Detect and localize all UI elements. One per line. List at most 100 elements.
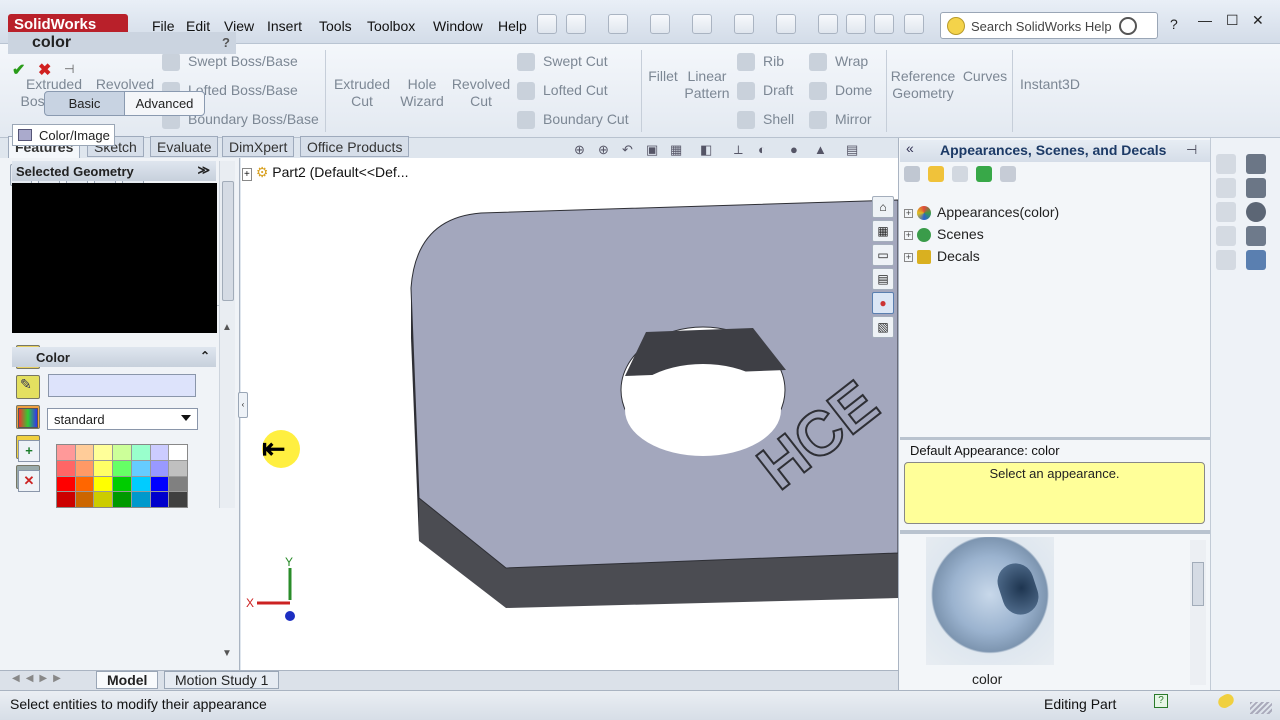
color-swatch[interactable] (94, 445, 113, 460)
revolved-cut-button[interactable]: Revolved Cut (450, 76, 512, 110)
new-document-icon[interactable] (566, 14, 586, 34)
color-swatch[interactable] (169, 445, 187, 460)
feature-tree-root[interactable]: + ⚙ Part2 (Default<<Def... (242, 164, 408, 181)
color-swatch[interactable] (113, 445, 131, 460)
dome-button[interactable]: Dome (809, 82, 872, 101)
draft-button[interactable]: Draft (737, 82, 793, 101)
color-swatch[interactable] (75, 476, 94, 492)
view-settings-icon[interactable]: ▲ (814, 142, 827, 157)
appearances-tab-icon[interactable]: ● (872, 292, 894, 314)
display-tool-icon[interactable] (1246, 178, 1266, 198)
back-icon[interactable] (904, 166, 920, 182)
target-icon[interactable] (1246, 202, 1266, 222)
expand-icon[interactable]: + (242, 168, 252, 181)
swept-boss-button[interactable]: Swept Boss/Base (162, 53, 298, 72)
flatten-icon[interactable] (1216, 178, 1236, 198)
previous-view-icon[interactable]: ↶ (622, 142, 633, 158)
color-swatch[interactable] (150, 492, 169, 507)
document-icon[interactable] (1246, 226, 1266, 246)
edit-appearance-icon[interactable]: ◐ (758, 142, 766, 157)
scroll-up-icon[interactable]: ▲ (222, 322, 232, 333)
save-icon[interactable] (650, 14, 670, 34)
tab-office-products[interactable]: Office Products (300, 136, 410, 157)
copy-icon[interactable] (1216, 202, 1236, 222)
color-value-field[interactable] (48, 374, 196, 397)
color-swatch[interactable] (75, 492, 94, 507)
color-swatch[interactable] (75, 445, 94, 460)
graphics-area[interactable]: HCE X Y (241, 158, 898, 670)
color-swatch[interactable] (113, 492, 131, 507)
menu-tools[interactable]: Tools (319, 18, 352, 34)
tab-dimxpert[interactable]: DimXpert (222, 136, 295, 157)
heads-up-view-toolbar[interactable]: ⊕ ⊕ ↶ ▣ ▦ ◧ ⟂ ◐ ● ▲ ▤ (574, 142, 874, 162)
reference-geometry-button[interactable]: Reference Geometry (890, 68, 956, 102)
maximize-button[interactable]: ☐ (1226, 12, 1239, 29)
add-folder-icon[interactable] (928, 166, 944, 182)
panel-collapse-handle[interactable]: ‹ (238, 392, 248, 418)
file-explorer-icon[interactable]: ▭ (872, 244, 894, 266)
lofted-cut-button[interactable]: Lofted Cut (517, 82, 608, 101)
resize-grip-icon[interactable] (1250, 702, 1272, 714)
add-swatch-icon[interactable]: + (18, 440, 40, 462)
select-icon[interactable] (776, 14, 796, 34)
selected-geometry-box[interactable] (12, 183, 217, 333)
color-swatch[interactable] (131, 492, 150, 507)
eyedropper-icon[interactable]: ✎ (20, 376, 32, 393)
color-swatch[interactable] (94, 460, 113, 476)
task-pane-pin-icon[interactable]: ⊣ (1186, 142, 1197, 158)
file-properties-icon[interactable] (846, 14, 866, 34)
left-scrollbar[interactable] (219, 161, 235, 508)
basic-button[interactable]: Basic (44, 91, 125, 116)
expand-icon[interactable]: + (904, 208, 913, 218)
hide-show-icon[interactable]: ⟂ (734, 142, 743, 158)
extruded-cut-button[interactable]: Extruded Cut (330, 76, 394, 110)
help-icon[interactable]: ? (1170, 16, 1178, 32)
rib-button[interactable]: Rib (737, 53, 784, 72)
color-swatch[interactable] (75, 460, 94, 476)
color-swatch[interactable] (150, 460, 169, 476)
tree-item-decals[interactable]: + Decals (904, 246, 1059, 268)
home-icon[interactable]: ⌂ (872, 196, 894, 218)
menu-window[interactable]: Window (433, 18, 483, 34)
color-image-tab[interactable]: Color/Image (12, 124, 115, 146)
instant3d-button[interactable]: Instant3D (1016, 76, 1084, 93)
color-swatch[interactable] (150, 476, 169, 492)
print-icon[interactable] (692, 14, 712, 34)
color-swatch[interactable] (57, 460, 75, 476)
color-swatch[interactable] (57, 492, 75, 507)
search-box[interactable]: Search SolidWorks Help (940, 12, 1158, 39)
tab-model[interactable]: Model (96, 671, 159, 689)
view-palette-icon[interactable]: ▤ (872, 268, 894, 290)
task-pane-scrollbar[interactable] (1190, 540, 1206, 685)
section-view-icon[interactable]: ▣ (646, 142, 658, 158)
palette-select[interactable]: standard (47, 408, 198, 430)
appearance-tool-icon[interactable] (1216, 154, 1236, 174)
selected-geometry-header[interactable]: Selected Geometry ≫ (12, 161, 216, 181)
swept-cut-button[interactable]: Swept Cut (517, 53, 608, 72)
tree-item-appearances[interactable]: + Appearances(color) (904, 202, 1059, 224)
pm-help-icon[interactable]: ? (222, 32, 230, 54)
zoom-to-fit-icon[interactable]: ⊕ (574, 142, 585, 158)
mirror-button[interactable]: Mirror (809, 111, 872, 130)
expand-icon[interactable]: + (904, 230, 913, 240)
zoom-area-icon[interactable]: ⊕ (598, 142, 609, 158)
tab-motion-study[interactable]: Motion Study 1 (164, 671, 280, 689)
color-swatch[interactable] (150, 445, 169, 460)
grid-icon[interactable] (1216, 226, 1236, 246)
status-help-icon[interactable]: ? (1154, 694, 1168, 708)
pushpin-icon[interactable]: ⊣ (64, 62, 74, 76)
menu-toolbox[interactable]: Toolbox (367, 18, 415, 34)
color-swatch[interactable] (131, 460, 150, 476)
color-swatch[interactable] (169, 492, 187, 507)
color-swatch[interactable] (131, 445, 150, 460)
refresh-icon[interactable] (976, 166, 992, 182)
up-icon[interactable] (1000, 166, 1016, 182)
layers-icon[interactable] (1246, 250, 1266, 270)
undo-icon[interactable] (734, 14, 754, 34)
color-swatch[interactable] (57, 476, 75, 492)
cancel-icon[interactable]: ✖ (38, 60, 51, 80)
linear-pattern-button[interactable]: Linear Pattern (682, 68, 732, 102)
ok-icon[interactable]: ✔ (12, 60, 25, 80)
remove-swatch-icon[interactable]: ✕ (18, 470, 40, 492)
color-swatch[interactable] (113, 460, 131, 476)
